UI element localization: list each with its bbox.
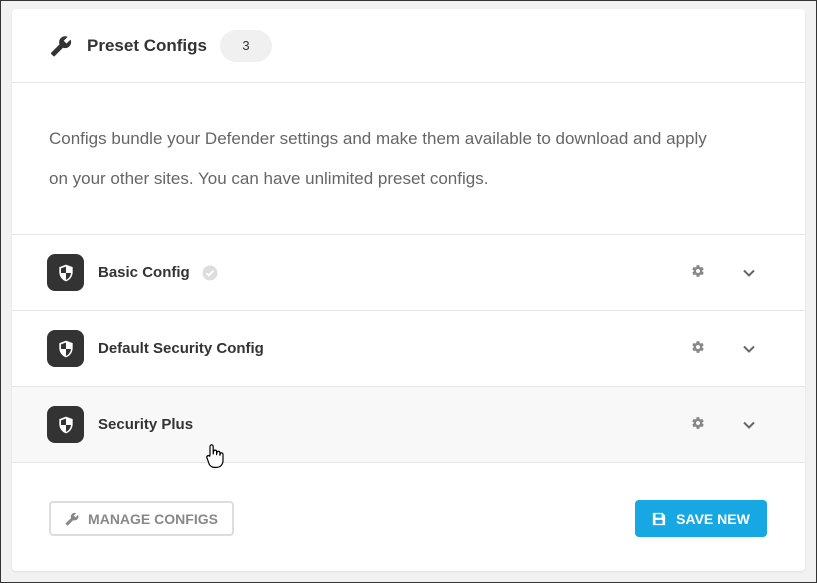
manage-configs-button[interactable]: MANAGE CONFIGS (49, 501, 234, 536)
hand-cursor-icon (203, 443, 227, 476)
gear-icon[interactable] (691, 264, 707, 280)
save-new-label: SAVE NEW (676, 510, 750, 527)
description-line-1: Configs bundle your Defender settings an… (49, 129, 707, 148)
config-row-security-plus[interactable]: Security Plus (12, 387, 805, 463)
description: Configs bundle your Defender settings an… (12, 83, 805, 235)
wrench-icon (49, 34, 73, 58)
shield-icon (47, 330, 84, 367)
page-title: Preset Configs (87, 35, 207, 55)
gear-icon[interactable] (691, 340, 707, 356)
chevron-down-icon[interactable] (741, 341, 757, 357)
description-line-2: on your other sites. You can have unlimi… (49, 169, 489, 188)
save-new-button[interactable]: SAVE NEW (635, 500, 767, 537)
wrench-icon (65, 512, 79, 526)
preset-configs-card: Preset Configs 3 Configs bundle your Def… (12, 9, 805, 571)
gear-icon[interactable] (691, 416, 707, 432)
config-count-badge: 3 (219, 29, 272, 62)
shield-icon (47, 254, 84, 291)
card-footer: MANAGE CONFIGS SAVE NEW (12, 463, 805, 571)
config-label: Security Plus (98, 416, 194, 433)
chevron-down-icon[interactable] (741, 265, 757, 281)
config-label: Basic Config (98, 264, 190, 281)
save-icon (652, 512, 666, 526)
manage-configs-label: MANAGE CONFIGS (88, 510, 218, 527)
config-row-default-security[interactable]: Default Security Config (12, 311, 805, 387)
chevron-down-icon[interactable] (741, 417, 757, 433)
card-header: Preset Configs 3 (12, 9, 805, 83)
config-row-basic[interactable]: Basic Config (12, 235, 805, 311)
shield-icon (47, 406, 84, 443)
default-check-icon (202, 265, 218, 281)
config-label: Default Security Config (98, 340, 264, 357)
